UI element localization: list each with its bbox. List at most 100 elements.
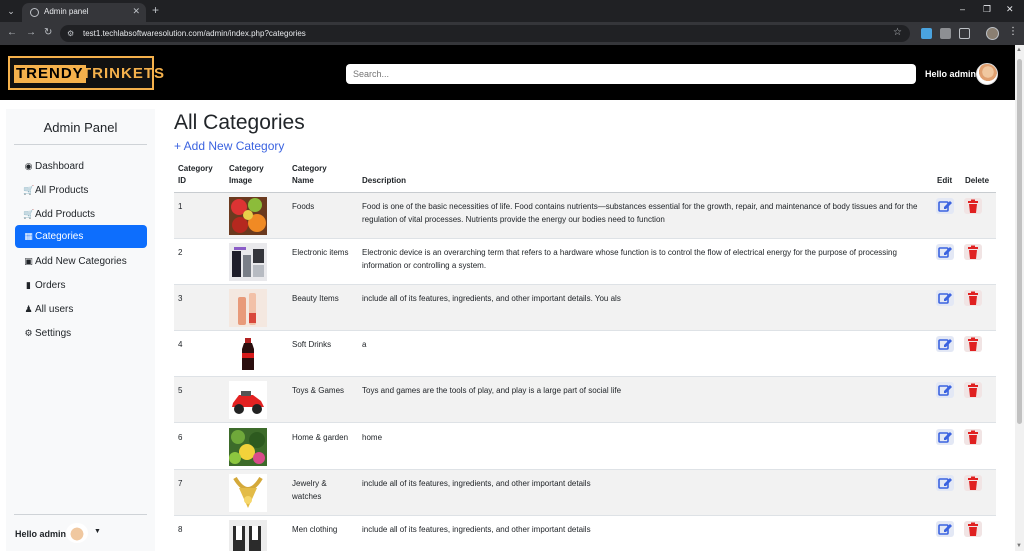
tab-title: Admin panel <box>44 7 89 16</box>
sidebar-item-all-users[interactable]: ♟ All users <box>15 298 147 321</box>
table-row: 6 Home & garden home <box>174 424 996 470</box>
edit-icon <box>938 478 952 489</box>
browser-menu-icon[interactable]: ⋮ <box>1008 26 1018 37</box>
restore-icon[interactable]: ❐ <box>983 4 991 15</box>
cell-id: 8 <box>178 525 183 534</box>
browser-tab[interactable]: Admin panel ✕ <box>22 3 146 22</box>
window-close-icon[interactable]: ✕ <box>1006 4 1014 15</box>
edit-icon <box>938 201 952 212</box>
delete-button[interactable] <box>964 244 982 260</box>
sidebar-item-dashboard[interactable]: ◉ Dashboard <box>15 155 147 178</box>
forward-icon[interactable]: → <box>26 27 36 38</box>
tab-search-icon[interactable]: ⌄ <box>4 4 18 18</box>
trash-icon <box>968 430 978 444</box>
reload-icon[interactable]: ↻ <box>44 27 52 38</box>
cell-name: Electronic items <box>292 248 349 257</box>
edit-button[interactable] <box>936 382 954 398</box>
admin-avatar[interactable] <box>976 63 998 85</box>
cell-id: 7 <box>178 479 183 488</box>
cart-plus-icon: 🛒 <box>23 209 35 219</box>
sidebar-item-all-products[interactable]: 🛒 All Products <box>15 179 147 202</box>
site-settings-icon[interactable]: ⚙ <box>67 29 76 38</box>
cell-description: Food is one of the basic necessities of … <box>362 202 918 224</box>
col-header-edit: Edit <box>937 176 953 185</box>
calendar-plus-icon: ▣ <box>24 256 33 266</box>
cell-description: a <box>362 340 367 349</box>
extension-icon[interactable] <box>921 28 932 39</box>
chevron-down-icon[interactable]: ▼ <box>94 528 101 535</box>
scroll-up-icon[interactable]: ▲ <box>1016 47 1022 53</box>
add-new-category-link[interactable]: + Add New Category <box>174 139 284 153</box>
cell-name: Foods <box>292 202 315 211</box>
sidebar-item-label: Settings <box>35 328 72 339</box>
sidebar-item-settings[interactable]: ⚙ Settings <box>15 322 147 345</box>
cart-icon: 🛒 <box>23 185 35 195</box>
category-image-men-clothing <box>229 520 267 551</box>
palette-icon: ◉ <box>24 161 33 171</box>
cell-description: Toys and games are the tools of play, an… <box>362 386 622 395</box>
delete-button[interactable] <box>964 290 982 306</box>
minimize-icon[interactable]: – <box>960 4 965 14</box>
puzzle-icon[interactable] <box>959 28 970 39</box>
cell-name: Men clothing <box>292 525 338 534</box>
sidebar-item-label: Add New Categories <box>35 256 127 267</box>
cell-name: Beauty Items <box>292 294 339 303</box>
bookmark-star-icon[interactable]: ☆ <box>893 27 902 38</box>
back-icon[interactable]: ← <box>7 27 17 38</box>
sidebar-item-orders[interactable]: ▮ Orders <box>15 274 147 297</box>
col-header-id: Category ID <box>178 164 213 185</box>
sidebar-item-add-products[interactable]: 🛒 Add Products <box>15 203 147 226</box>
edit-button[interactable] <box>936 290 954 306</box>
scroll-down-icon[interactable]: ▼ <box>1016 543 1022 549</box>
sidebar-item-add-new-categories[interactable]: ▣ Add New Categories <box>15 250 147 273</box>
address-bar[interactable]: ⚙ test1.techlabsoftwaresolution.com/admi… <box>60 25 910 42</box>
sidebar-item-categories[interactable]: ▦ Categories <box>15 225 147 248</box>
page-title: All Categories <box>174 111 305 134</box>
sidebar-admin-avatar[interactable] <box>66 523 88 543</box>
tab-close-icon[interactable]: ✕ <box>132 6 140 17</box>
delete-button[interactable] <box>964 382 982 398</box>
sidebar-item-label: Orders <box>35 280 66 291</box>
site-logo[interactable]: TRENDY TRINKETS <box>8 56 164 90</box>
edit-button[interactable] <box>936 521 954 537</box>
cell-description: include all of its features, ingredients… <box>362 525 591 534</box>
cell-description: Electronic device is an overarching term… <box>362 248 897 270</box>
sidebar: Admin Panel ◉ Dashboard 🛒 All Products 🛒… <box>6 109 155 551</box>
search-input[interactable] <box>346 64 916 84</box>
book-icon: ▮ <box>26 280 31 290</box>
edit-button[interactable] <box>936 336 954 352</box>
delete-button[interactable] <box>964 521 982 537</box>
delete-button[interactable] <box>964 198 982 214</box>
gear-icon: ⚙ <box>24 328 33 338</box>
table-row: 1 Foods Food is one of the basic necessi… <box>174 193 996 239</box>
camera-extension-icon[interactable] <box>940 28 951 39</box>
delete-button[interactable] <box>964 429 982 445</box>
cell-id: 2 <box>178 248 183 257</box>
browser-profile-avatar[interactable] <box>986 27 999 40</box>
cell-name: Jewelry & watches <box>292 479 327 501</box>
delete-button[interactable] <box>964 336 982 352</box>
new-tab-icon[interactable]: + <box>152 3 159 17</box>
cell-description: include all of its features, ingredients… <box>362 479 591 488</box>
edit-button[interactable] <box>936 198 954 214</box>
sidebar-item-label: All Products <box>35 185 89 196</box>
edit-button[interactable] <box>936 475 954 491</box>
globe-icon <box>30 8 39 17</box>
trash-icon <box>968 337 978 351</box>
sidebar-divider <box>14 144 147 145</box>
scrollbar-thumb[interactable] <box>1017 59 1022 424</box>
page-scrollbar[interactable]: ▲ ▼ <box>1015 45 1024 551</box>
delete-button[interactable] <box>964 475 982 491</box>
sidebar-footer-divider <box>14 514 147 515</box>
table-row: 2 Electronic items Electronic device is … <box>174 239 996 285</box>
edit-icon <box>938 339 952 350</box>
edit-button[interactable] <box>936 244 954 260</box>
edit-button[interactable] <box>936 429 954 445</box>
table-header: Category ID Category Image Category Name… <box>174 163 996 193</box>
app-header: TRENDY TRINKETS Hello admin <box>0 45 1015 100</box>
logo-word-1: TRENDY <box>14 65 86 83</box>
table-row: 8 Men clothing include all of its featur… <box>174 516 996 551</box>
edit-icon <box>938 432 952 443</box>
trash-icon <box>968 522 978 536</box>
trash-icon <box>968 383 978 397</box>
